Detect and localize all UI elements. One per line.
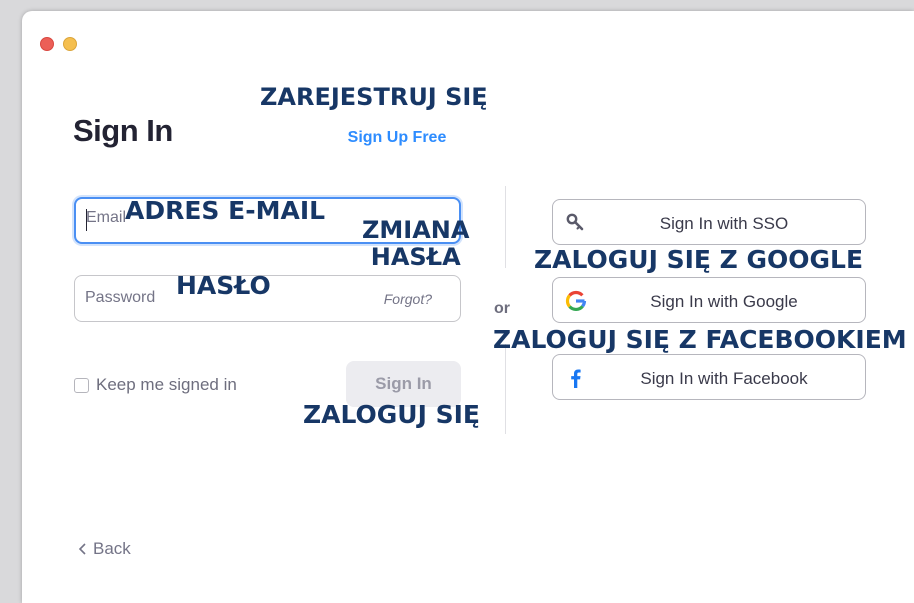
- keep-signed-in[interactable]: Keep me signed in: [74, 375, 237, 395]
- password-placeholder: Password: [85, 289, 156, 306]
- back-link[interactable]: Back: [78, 539, 131, 559]
- google-label: Sign In with Google: [650, 292, 798, 311]
- keep-signed-in-label: Keep me signed in: [96, 375, 237, 394]
- facebook-label: Sign In with Facebook: [640, 369, 808, 388]
- email-placeholder: Email: [86, 209, 127, 226]
- annotation-forgot: ZMIANA HASŁA: [362, 216, 470, 271]
- annotation-facebook: ZALOGUJ SIĘ Z FACEBOOKIEM: [493, 325, 907, 354]
- annotation-email: ADRES E-MAIL: [125, 196, 326, 225]
- divider-top: [505, 186, 506, 268]
- or-separator: or: [494, 300, 510, 317]
- annotation-signin: ZALOGUJ SIĘ: [303, 400, 480, 429]
- sign-in-google-button[interactable]: Sign In with Google: [552, 277, 866, 323]
- divider-bottom: [505, 344, 506, 434]
- close-window-button[interactable]: [40, 37, 54, 51]
- sign-in-facebook-button[interactable]: Sign In with Facebook: [552, 354, 866, 400]
- chevron-left-icon: [78, 543, 86, 555]
- keep-signed-in-checkbox[interactable]: [74, 377, 89, 393]
- minimize-window-button[interactable]: [63, 37, 77, 51]
- page-title: Sign In: [73, 113, 173, 148]
- back-label: Back: [93, 539, 131, 558]
- sso-label: Sign In with SSO: [659, 214, 789, 233]
- annotation-google: ZALOGUJ SIĘ Z GOOGLE: [534, 245, 864, 274]
- sign-in-sso-button[interactable]: Sign In with SSO: [552, 199, 866, 245]
- sign-up-link[interactable]: Sign Up Free: [322, 129, 472, 147]
- forgot-password-link[interactable]: Forgot?: [384, 291, 432, 307]
- annotation-password: HASŁO: [176, 271, 271, 300]
- annotation-signup: ZAREJESTRUJ SIĘ: [260, 83, 488, 111]
